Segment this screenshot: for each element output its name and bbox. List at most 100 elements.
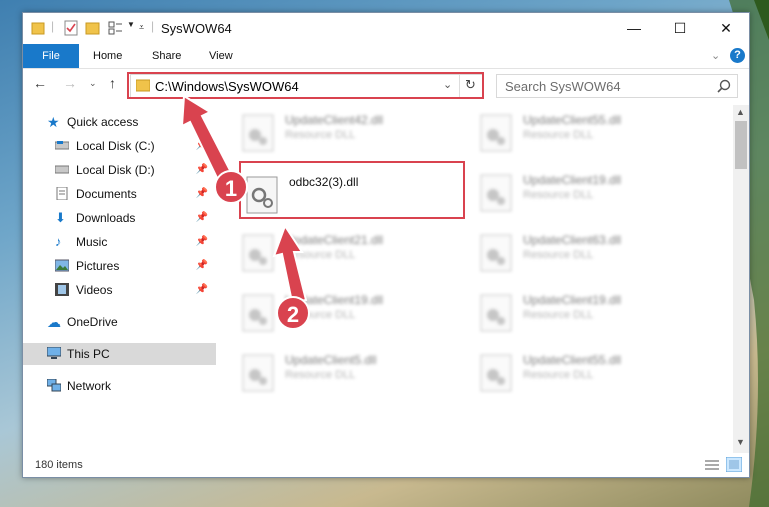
vertical-scrollbar[interactable]: ▲ ▼ — [733, 105, 749, 453]
nav-network[interactable]: Network — [23, 375, 216, 397]
help-icon[interactable]: ? — [730, 48, 745, 63]
recent-locations-chevron-icon[interactable]: ⌄ — [89, 78, 97, 89]
file-item[interactable]: UpdateClient5.dll Resource DLL — [237, 345, 457, 395]
separator: | — [151, 19, 155, 33]
pin-icon[interactable]: 📌 — [196, 279, 208, 301]
status-bar: 180 items — [23, 453, 749, 477]
nav-label: Network — [67, 379, 112, 393]
file-name: UpdateClient19.dll — [523, 173, 622, 187]
large-icons-view-icon[interactable] — [726, 457, 742, 472]
view-icon[interactable] — [107, 19, 123, 37]
item-count: 180 items — [35, 459, 83, 471]
search-input[interactable]: Search SysWOW64 — [505, 79, 621, 94]
nav-label: Local Disk (C:) — [76, 139, 155, 153]
file-name: UpdateClient55.dll — [523, 113, 622, 127]
nav-videos[interactable]: Videos 📌 — [23, 279, 216, 301]
pin-icon[interactable]: 📌 — [196, 231, 208, 253]
file-type: Resource DLL — [285, 369, 356, 381]
file-name: UpdateClient55.dll — [523, 353, 622, 367]
nav-quick-access[interactable]: ★ Quick access — [23, 111, 216, 133]
file-name: UpdateClient42.dll — [285, 113, 384, 127]
ribbon-tabs: File Home Share View ⌄ ? — [23, 44, 749, 69]
nav-label: Pictures — [76, 259, 120, 273]
nav-documents[interactable]: Documents 📌 — [23, 183, 216, 205]
pin-icon[interactable]: 📌 — [196, 159, 208, 181]
nav-label: OneDrive — [67, 315, 118, 329]
dll-file-icon — [480, 234, 512, 272]
file-type: Resource DLL — [285, 249, 356, 261]
dll-file-icon — [480, 174, 512, 212]
nav-onedrive[interactable]: ☁ OneDrive — [23, 311, 216, 333]
pin-icon[interactable]: 📌 — [196, 207, 208, 229]
file-item[interactable]: UpdateClient19.dll Resource DLL — [475, 285, 695, 335]
nav-music[interactable]: ♪ Music 📌 — [23, 231, 216, 253]
minimize-button[interactable]: — — [611, 13, 657, 44]
file-item[interactable]: UpdateClient42.dll Resource DLL — [237, 105, 457, 155]
nav-label: Downloads — [76, 211, 136, 225]
search-box[interactable]: Search SysWOW64 — [496, 74, 738, 98]
scroll-down-icon[interactable]: ▼ — [736, 437, 745, 447]
file-highlight — [239, 161, 465, 219]
file-item[interactable]: UpdateClient19.dll Resource DLL — [475, 165, 695, 215]
scrollbar-thumb[interactable] — [735, 121, 747, 169]
ribbon-expand-icon[interactable]: ⌄ — [711, 44, 720, 68]
step-1-badge: 1 — [214, 170, 248, 204]
file-type: Resource DLL — [523, 189, 594, 201]
nav-downloads[interactable]: ⬇ Downloads 📌 — [23, 207, 216, 229]
dll-file-icon — [242, 114, 274, 152]
nav-this-pc[interactable]: This PC — [23, 343, 216, 365]
separator: | — [51, 19, 55, 33]
nav-local-disk-d[interactable]: Local Disk (D:) 📌 — [23, 159, 216, 181]
title-bar: | ▼ ⩡ | SysWOW64 — ☐ ✕ — [23, 13, 749, 44]
forward-arrow-icon[interactable]: → — [63, 75, 77, 91]
tab-view[interactable]: View — [209, 44, 233, 68]
file-item[interactable]: UpdateClient19.dll Resource DLL — [237, 285, 457, 335]
file-name: UpdateClient5.dll — [285, 353, 377, 367]
file-type: Resource DLL — [523, 129, 594, 141]
star-icon: ★ — [47, 114, 60, 130]
tab-share[interactable]: Share — [152, 44, 181, 68]
dll-file-icon — [480, 354, 512, 392]
dll-file-icon — [480, 114, 512, 152]
search-icon[interactable] — [717, 79, 731, 93]
close-button[interactable]: ✕ — [703, 13, 749, 44]
back-arrow-icon[interactable]: ← — [33, 75, 47, 91]
file-type: Resource DLL — [523, 249, 594, 261]
new-folder-icon[interactable] — [85, 19, 101, 37]
details-view-icon[interactable] — [704, 458, 720, 472]
nav-label: Videos — [76, 283, 113, 297]
dll-file-icon — [242, 354, 274, 392]
nav-local-disk-c[interactable]: Local Disk (C:) 📌 — [23, 135, 216, 157]
file-item[interactable]: UpdateClient55.dll Resource DLL — [475, 345, 695, 395]
dll-file-icon — [242, 234, 274, 272]
nav-label: Music — [76, 235, 108, 249]
folder-icon — [31, 22, 45, 35]
up-arrow-icon[interactable]: ↑ — [109, 75, 116, 91]
pin-icon[interactable]: 📌 — [196, 183, 208, 205]
pin-icon[interactable]: 📌 — [196, 135, 208, 157]
dropdown-icon[interactable]: ▼ — [127, 20, 135, 38]
videos-icon — [55, 283, 69, 296]
address-bar-highlight — [127, 72, 484, 99]
nav-pictures[interactable]: Pictures 📌 — [23, 255, 216, 277]
music-note-icon: ♪ — [55, 234, 62, 249]
tab-home[interactable]: Home — [93, 44, 122, 68]
pictures-icon — [55, 259, 69, 272]
file-type: Resource DLL — [285, 129, 356, 141]
nav-label: Documents — [76, 187, 137, 201]
file-item[interactable]: UpdateClient63.dll Resource DLL — [475, 225, 695, 275]
dll-file-icon — [480, 294, 512, 332]
file-name: UpdateClient63.dll — [523, 233, 622, 247]
customize-qat-icon[interactable]: ⩡ — [139, 22, 144, 40]
maximize-button[interactable]: ☐ — [657, 13, 703, 44]
window-title: SysWOW64 — [161, 21, 232, 36]
tab-file[interactable]: File — [23, 44, 79, 68]
cloud-icon: ☁ — [47, 314, 61, 330]
file-item[interactable]: UpdateClient21.dll Resource DLL — [237, 225, 457, 275]
properties-icon[interactable] — [63, 19, 79, 37]
file-item[interactable]: UpdateClient55.dll Resource DLL — [475, 105, 695, 155]
scroll-up-icon[interactable]: ▲ — [736, 107, 745, 117]
dll-file-icon — [242, 294, 274, 332]
pin-icon[interactable]: 📌 — [196, 255, 208, 277]
file-list: UpdateClient42.dll Resource DLL odbc32(3… — [237, 105, 733, 445]
